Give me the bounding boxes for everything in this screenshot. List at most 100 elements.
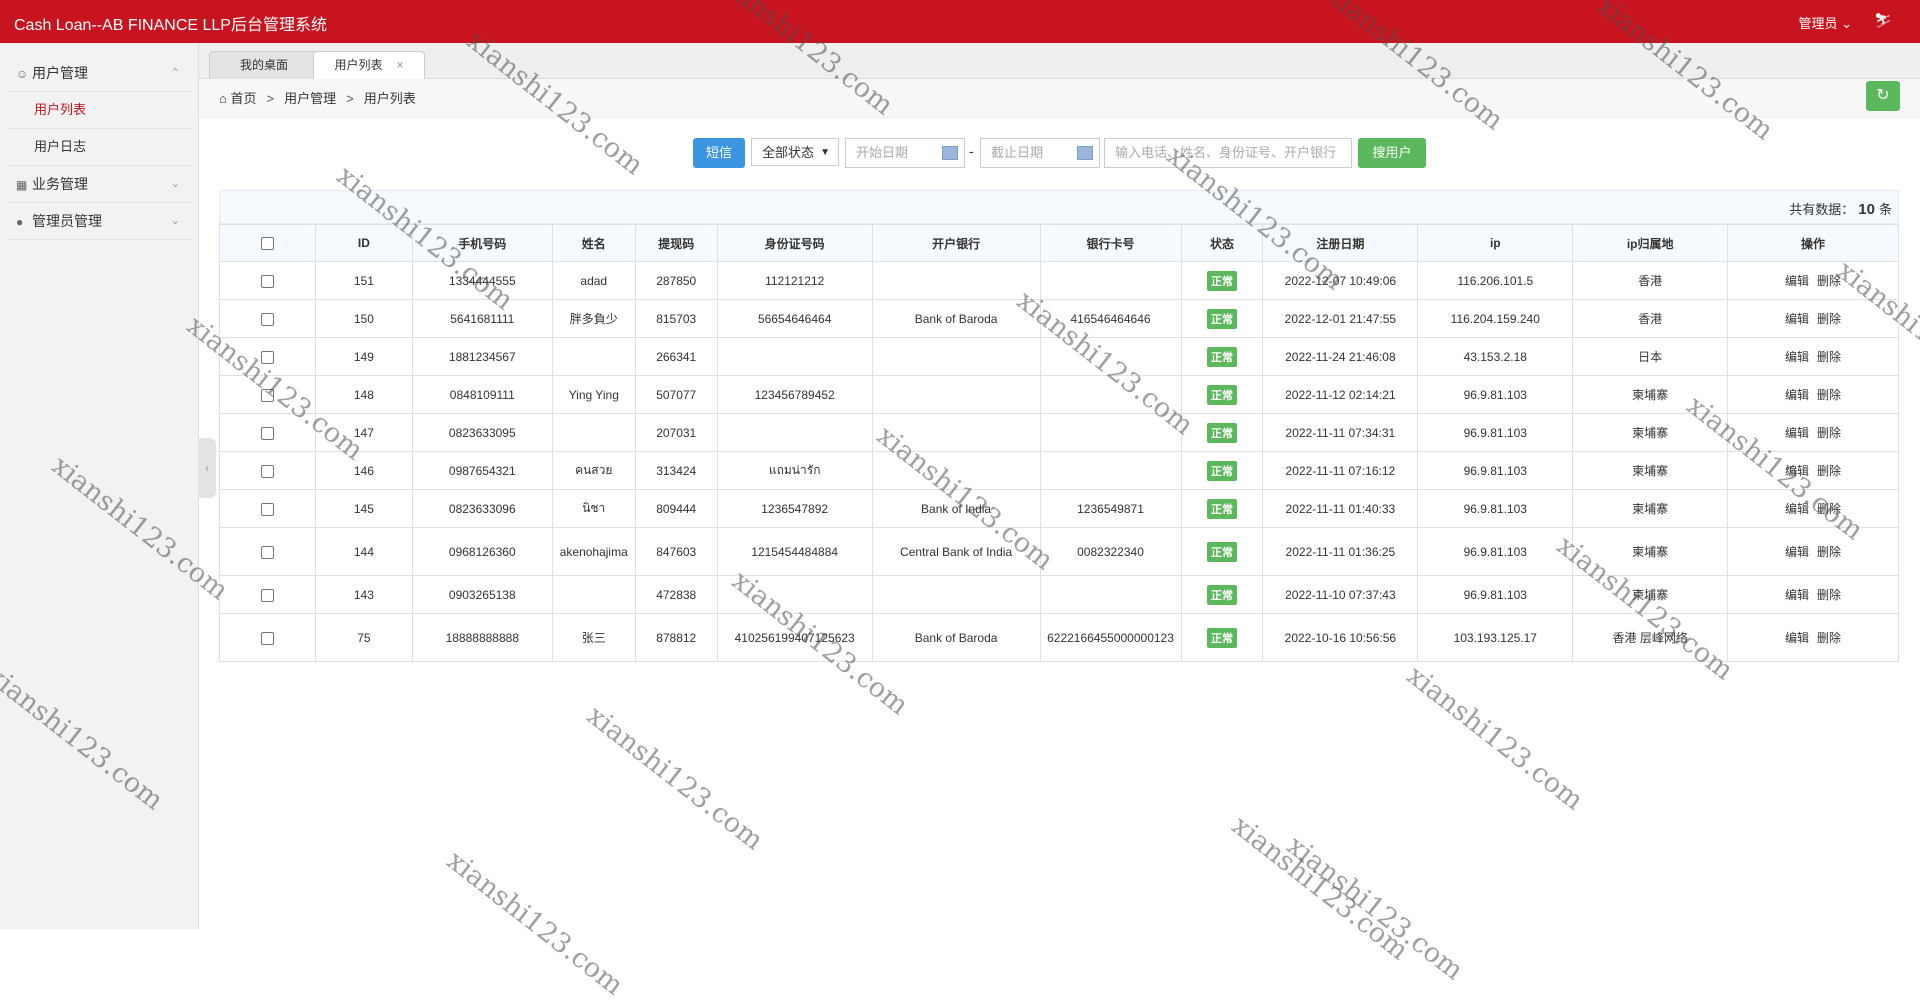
breadcrumb-level1[interactable]: 用户管理: [284, 91, 336, 106]
status-select[interactable]: 全部状态 ▼: [751, 138, 839, 166]
row-checkbox[interactable]: [219, 451, 316, 490]
edit-link[interactable]: 编辑: [1785, 426, 1809, 440]
cell-status: 正常: [1180, 613, 1264, 662]
cell-actions: 编辑 删除: [1727, 613, 1899, 662]
table-row: 150 5641681111 胖多負少 815703 56654646464 Bank o…: [219, 299, 1899, 338]
tab-desktop[interactable]: 我的桌面: [209, 51, 319, 79]
delete-link[interactable]: 删除: [1817, 502, 1841, 516]
delete-link[interactable]: 删除: [1817, 588, 1841, 602]
sms-button[interactable]: 短信: [693, 138, 745, 168]
edit-link[interactable]: 编辑: [1785, 545, 1809, 559]
admin-label: 管理员: [1798, 16, 1838, 31]
row-checkbox[interactable]: [219, 575, 316, 614]
start-date-input[interactable]: 开始日期: [845, 138, 965, 168]
cell-code: 207031: [634, 413, 718, 452]
sidebar-group-admin[interactable]: ● 管理员管理 ⌄: [0, 203, 198, 239]
row-checkbox[interactable]: [219, 261, 316, 300]
cell-ip: 96.9.81.103: [1417, 489, 1574, 528]
cell-name: Ying Ying: [551, 375, 636, 414]
row-checkbox[interactable]: [219, 375, 316, 414]
cell-code: 472838: [634, 575, 718, 614]
shirt-icon[interactable]: ⛷: [1874, 12, 1892, 29]
cell-bank: Bank of Baroda: [871, 613, 1041, 662]
edit-link[interactable]: 编辑: [1785, 388, 1809, 402]
cell-date: 2022-11-11 07:16:12: [1262, 451, 1419, 490]
cell-actions: 编辑 删除: [1727, 375, 1899, 414]
row-checkbox[interactable]: [219, 489, 316, 528]
cell-date: 2022-12-07 10:49:06: [1262, 261, 1419, 300]
cell-bank: Central Bank of India: [871, 527, 1041, 576]
delete-link[interactable]: 删除: [1817, 388, 1841, 402]
status-badge: 正常: [1206, 460, 1237, 481]
row-checkbox[interactable]: [219, 527, 316, 576]
cell-location: 柬埔寨: [1572, 489, 1729, 528]
status-badge: 正常: [1206, 270, 1237, 291]
cell-phone: 0903265138: [411, 575, 553, 614]
row-checkbox[interactable]: [219, 337, 316, 376]
close-icon[interactable]: ×: [397, 58, 404, 72]
edit-link[interactable]: 编辑: [1785, 350, 1809, 364]
cell-name: 胖多負少: [551, 299, 636, 338]
col-card: 银行卡号: [1039, 224, 1182, 262]
cell-code: 878812: [634, 613, 718, 662]
cell-date: 2022-11-11 01:40:33: [1262, 489, 1419, 528]
cell-actions: 编辑 删除: [1727, 451, 1899, 490]
search-user-button[interactable]: 搜用户: [1358, 138, 1426, 168]
refresh-button[interactable]: ↻: [1866, 81, 1900, 111]
delete-link[interactable]: 删除: [1817, 426, 1841, 440]
delete-link[interactable]: 删除: [1817, 350, 1841, 364]
cell-bank: [871, 575, 1041, 614]
row-checkbox[interactable]: [219, 299, 316, 338]
admin-icon: ●: [16, 215, 24, 229]
edit-link[interactable]: 编辑: [1785, 312, 1809, 326]
col-bank: 开户银行: [871, 224, 1041, 262]
row-checkbox[interactable]: [219, 413, 316, 452]
keyword-input[interactable]: 输入电话、姓名、身份证号、开户银行: [1104, 138, 1352, 168]
cell-actions: 编辑 删除: [1727, 337, 1899, 376]
cell-name: คนสวย: [551, 451, 636, 490]
cell-ip: 96.9.81.103: [1417, 375, 1574, 414]
sidebar-group-user[interactable]: ☺ 用户管理 ⌃: [0, 55, 198, 91]
sidebar-group-business[interactable]: ▦ 业务管理 ⌄: [0, 166, 198, 202]
cell-phone: 1334444555: [411, 261, 553, 300]
edit-link[interactable]: 编辑: [1785, 502, 1809, 516]
edit-link[interactable]: 编辑: [1785, 588, 1809, 602]
edit-link[interactable]: 编辑: [1785, 631, 1809, 645]
edit-link[interactable]: 编辑: [1785, 274, 1809, 288]
delete-link[interactable]: 删除: [1817, 545, 1841, 559]
status-select-value: 全部状态: [762, 145, 815, 160]
cell-ip: 103.193.125.17: [1417, 613, 1574, 662]
cell-id: 151: [314, 261, 413, 300]
delete-link[interactable]: 删除: [1817, 631, 1841, 645]
sidebar-item-user-list[interactable]: 用户列表: [0, 92, 198, 128]
cell-bank: Bank of India: [871, 489, 1041, 528]
col-actions: 操作: [1727, 224, 1899, 262]
delete-link[interactable]: 删除: [1817, 274, 1841, 288]
cell-actions: 编辑 删除: [1727, 413, 1899, 452]
cell-code: 266341: [634, 337, 718, 376]
table-row: 147 0823633095 207031 正常 2022-11-11 07:34:31…: [219, 413, 1899, 452]
sidebar-collapse-toggle[interactable]: ‹: [198, 438, 216, 498]
tab-user-list[interactable]: 用户列表 ×: [313, 51, 425, 79]
chevron-down-icon: ▼: [820, 147, 830, 158]
cell-actions: 编辑 删除: [1727, 261, 1899, 300]
cell-name: akenohajima: [551, 527, 636, 576]
delete-link[interactable]: 删除: [1817, 312, 1841, 326]
row-checkbox[interactable]: [219, 613, 316, 662]
col-location: ip归属地: [1572, 224, 1729, 262]
cell-name: adad: [551, 261, 636, 300]
sidebar-item-user-log[interactable]: 用户日志: [0, 129, 198, 165]
cell-location: 柬埔寨: [1572, 375, 1729, 414]
cell-status: 正常: [1180, 413, 1264, 452]
cell-location: 柬埔寨: [1572, 413, 1729, 452]
select-all-checkbox[interactable]: [219, 224, 316, 262]
chevron-up-icon: ⌃: [170, 67, 180, 79]
cell-idcard: แถมน่ารัก: [716, 451, 873, 490]
delete-link[interactable]: 删除: [1817, 464, 1841, 478]
edit-link[interactable]: 编辑: [1785, 464, 1809, 478]
end-date-input[interactable]: 截止日期: [980, 138, 1100, 168]
breadcrumb-home[interactable]: 首页: [230, 91, 256, 106]
home-icon: ⌂: [219, 91, 227, 106]
admin-menu[interactable]: 管理员 ⌄: [1798, 13, 1852, 32]
cell-date: 2022-11-11 01:36:25: [1262, 527, 1419, 576]
